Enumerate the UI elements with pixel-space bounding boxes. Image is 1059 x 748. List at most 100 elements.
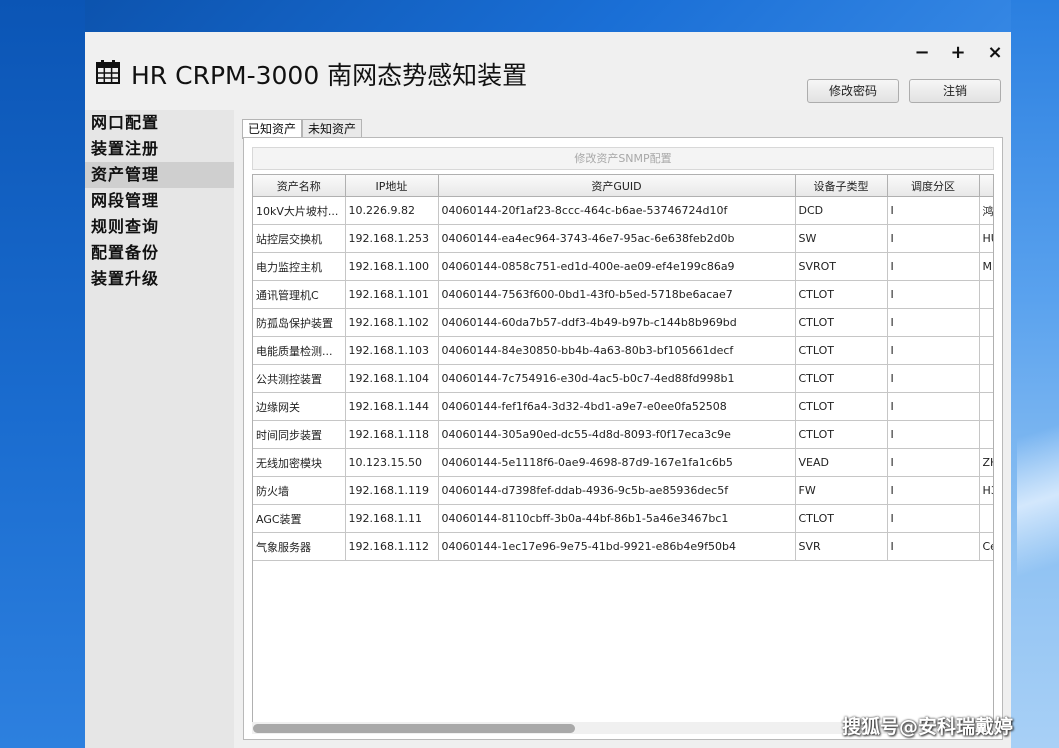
table-cell: 192.168.1.253	[345, 224, 439, 253]
table-cell: VEAD	[795, 448, 888, 477]
change-password-button[interactable]: 修改密码	[807, 79, 899, 103]
sidebar-item-rule-query[interactable]: 规则查询	[85, 214, 234, 240]
table-row[interactable]: 公共测控装置 192.168.1.104 04060144-7c754916-e30…	[253, 364, 993, 393]
table-cell: FW	[795, 476, 888, 505]
scrollbar-thumb[interactable]	[253, 724, 575, 733]
maximize-button[interactable]: +	[947, 42, 969, 64]
table-cell: CTLOT	[795, 504, 888, 533]
column-header-zone[interactable]: 调度分区	[887, 175, 980, 197]
sidebar-item-segment-management[interactable]: 网段管理	[85, 188, 234, 214]
desktop-wallpaper-left	[0, 0, 85, 748]
sidebar-nav: 网口配置 装置注册 资产管理 网段管理 规则查询 配置备份 装置升级	[85, 110, 234, 748]
table-row[interactable]: 时间同步装置 192.168.1.118 04060144-305a90ed-dc5…	[253, 420, 993, 449]
close-button[interactable]: ×	[984, 42, 1006, 64]
table-cell	[979, 280, 993, 309]
asset-table: 资产名称 IP地址 资产GUID 设备子类型 调度分区 10kV大片坡村... 1…	[253, 175, 993, 561]
table-cell: 04060144-ea4ec964-3743-46e7-95ac-6e638fe…	[438, 224, 796, 253]
table-cell: 04060144-d7398fef-ddab-4936-9c5b-ae85936…	[438, 476, 796, 505]
column-header-guid[interactable]: 资产GUID	[438, 175, 796, 197]
table-cell: I	[887, 476, 980, 505]
table-cell: 10.123.15.50	[345, 448, 439, 477]
minimize-button[interactable]: −	[911, 42, 933, 64]
table-row[interactable]: 气象服务器 192.168.1.112 04060144-1ec17e96-9e75…	[253, 532, 993, 561]
table-cell: I	[887, 532, 980, 561]
table-row[interactable]: 防火墙 192.168.1.119 04060144-d7398fef-ddab-4…	[253, 476, 993, 505]
table-cell: ZH	[979, 448, 993, 477]
table-cell: 时间同步装置	[253, 420, 346, 449]
sidebar-item-port-config[interactable]: 网口配置	[85, 110, 234, 136]
table-cell: 防孤岛保护装置	[253, 308, 346, 337]
table-row[interactable]: 防孤岛保护装置 192.168.1.102 04060144-60da7b57-dd…	[253, 308, 993, 337]
table-cell: Ce	[979, 532, 993, 561]
title-bar: HR CRPM-3000 南网态势感知装置 − + × 修改密码 注销	[85, 32, 1011, 110]
table-header-row: 资产名称 IP地址 资产GUID 设备子类型 调度分区	[253, 175, 993, 197]
column-header-extra[interactable]	[979, 175, 993, 197]
table-cell: 防火墙	[253, 476, 346, 505]
table-cell: 边缘网关	[253, 392, 346, 421]
column-header-subtype[interactable]: 设备子类型	[795, 175, 888, 197]
table-cell	[979, 336, 993, 365]
table-cell: I	[887, 336, 980, 365]
table-cell: 04060144-84e30850-bb4b-4a63-80b3-bf10566…	[438, 336, 796, 365]
table-cell	[979, 364, 993, 393]
column-header-ip[interactable]: IP地址	[345, 175, 439, 197]
table-cell	[979, 308, 993, 337]
sidebar-item-config-backup[interactable]: 配置备份	[85, 240, 234, 266]
table-cell: 04060144-7563f600-0bd1-43f0-b5ed-5718be6…	[438, 280, 796, 309]
table-cell: 192.168.1.11	[345, 504, 439, 533]
calendar-icon	[96, 60, 120, 84]
table-row[interactable]: 边缘网关 192.168.1.144 04060144-fef1f6a4-3d32-…	[253, 392, 993, 421]
table-cell: I	[887, 448, 980, 477]
table-row[interactable]: 电能质量检测... 192.168.1.103 04060144-84e30850-…	[253, 336, 993, 365]
table-cell: 192.168.1.100	[345, 252, 439, 281]
table-cell: 10kV大片坡村...	[253, 196, 346, 225]
table-row[interactable]: 站控层交换机 192.168.1.253 04060144-ea4ec964-374…	[253, 224, 993, 253]
table-cell: 192.168.1.119	[345, 476, 439, 505]
table-cell	[979, 504, 993, 533]
table-row[interactable]: 10kV大片坡村... 10.226.9.82 04060144-20f1af23-…	[253, 196, 993, 225]
table-cell: 鸿	[979, 196, 993, 225]
table-cell: AGC装置	[253, 504, 346, 533]
table-row[interactable]: 通讯管理机C 192.168.1.101 04060144-7563f600-0bd…	[253, 280, 993, 309]
table-cell: 04060144-60da7b57-ddf3-4b49-b97b-c144b8b…	[438, 308, 796, 337]
table-row[interactable]: AGC装置 192.168.1.11 04060144-8110cbff-3b0a-…	[253, 504, 993, 533]
table-cell: HU	[979, 224, 993, 253]
sidebar-item-asset-management[interactable]: 资产管理	[85, 162, 234, 188]
table-cell: 04060144-5e1118f6-0ae9-4698-87d9-167e1fa…	[438, 448, 796, 477]
table-cell: 192.168.1.112	[345, 532, 439, 561]
known-assets-panel: 修改资产SNMP配置 资产名称 IP地址 资产GUID 设备子类型 调度分区 1…	[243, 137, 1003, 740]
table-cell: 192.168.1.102	[345, 308, 439, 337]
table-cell	[979, 392, 993, 421]
table-cell: 192.168.1.144	[345, 392, 439, 421]
table-row[interactable]: 无线加密模块 10.123.15.50 04060144-5e1118f6-0ae9…	[253, 448, 993, 477]
tab-known-assets[interactable]: 已知资产	[242, 119, 302, 139]
tab-unknown-assets[interactable]: 未知资产	[302, 119, 362, 138]
asset-table-container: 资产名称 IP地址 资产GUID 设备子类型 调度分区 10kV大片坡村... 1…	[252, 174, 994, 724]
table-cell: 电能质量检测...	[253, 336, 346, 365]
column-header-asset-name[interactable]: 资产名称	[253, 175, 346, 197]
table-cell: CTLOT	[795, 280, 888, 309]
table-cell	[979, 420, 993, 449]
watermark-text: 搜狐号@安科瑞戴婷	[842, 716, 1014, 738]
sidebar-item-device-register[interactable]: 装置注册	[85, 136, 234, 162]
modify-snmp-button[interactable]: 修改资产SNMP配置	[252, 147, 994, 170]
table-cell: 04060144-7c754916-e30d-4ac5-b0c7-4ed88fd…	[438, 364, 796, 393]
table-cell: I	[887, 196, 980, 225]
main-content: 已知资产 未知资产 修改资产SNMP配置 资产名称 IP地址 资产GUID 设备…	[234, 110, 1011, 748]
table-cell: 192.168.1.101	[345, 280, 439, 309]
table-cell: 04060144-0858c751-ed1d-400e-ae09-ef4e199…	[438, 252, 796, 281]
table-row[interactable]: 电力监控主机 192.168.1.100 04060144-0858c751-ed1…	[253, 252, 993, 281]
table-cell: SW	[795, 224, 888, 253]
sidebar-item-device-upgrade[interactable]: 装置升级	[85, 266, 234, 292]
table-cell: CTLOT	[795, 336, 888, 365]
table-cell: 气象服务器	[253, 532, 346, 561]
table-cell: SVROT	[795, 252, 888, 281]
table-cell: 04060144-1ec17e96-9e75-41bd-9921-e86b4e9…	[438, 532, 796, 561]
table-cell: I	[887, 224, 980, 253]
table-cell: CTLOT	[795, 364, 888, 393]
logout-button[interactable]: 注销	[909, 79, 1001, 103]
table-cell: 04060144-8110cbff-3b0a-44bf-86b1-5a46e34…	[438, 504, 796, 533]
table-cell: CTLOT	[795, 308, 888, 337]
table-cell: 通讯管理机C	[253, 280, 346, 309]
table-cell: DCD	[795, 196, 888, 225]
